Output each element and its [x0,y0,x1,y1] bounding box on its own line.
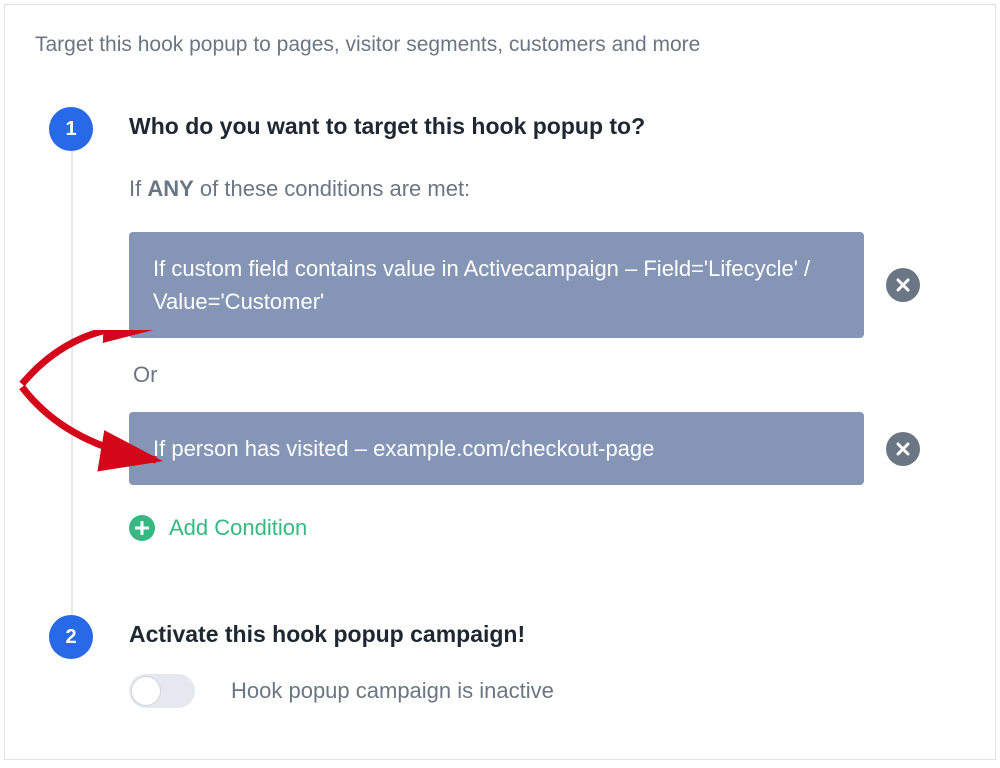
condition-pill[interactable]: If custom field contains value in Active… [129,232,864,338]
conditions-list: If custom field contains value in Active… [129,232,965,541]
or-separator: Or [133,362,965,388]
step-2: 2 Activate this hook popup campaign! Hoo… [49,615,965,708]
close-icon [896,278,910,292]
step-2-title: Activate this hook popup campaign! [129,621,965,648]
condition-row: If person has visited – example.com/chec… [129,412,965,485]
condition-pill[interactable]: If person has visited – example.com/chec… [129,412,864,485]
step-1: 1 Who do you want to target this hook po… [49,107,965,541]
cond-intro-suffix: of these conditions are met: [194,176,470,201]
close-icon [896,442,910,456]
panel-intro: Target this hook popup to pages, visitor… [35,33,965,57]
annotation-arrow-icon [16,330,176,390]
activation-toggle-row: Hook popup campaign is inactive [129,674,965,708]
toggle-status-label: Hook popup campaign is inactive [231,678,554,704]
annotation-arrow-icon [16,385,176,475]
toggle-knob [131,676,161,706]
targeting-panel: Target this hook popup to pages, visitor… [4,4,996,760]
condition-row: If custom field contains value in Active… [129,232,965,338]
plus-icon [129,515,155,541]
step-badge-1: 1 [49,107,93,151]
add-condition-label: Add Condition [169,515,307,541]
step-1-title: Who do you want to target this hook popu… [129,113,965,140]
step-badge-2: 2 [49,615,93,659]
cond-intro-prefix: If [129,176,147,201]
add-condition-button[interactable]: Add Condition [129,515,965,541]
step-1-body: Who do you want to target this hook popu… [129,107,965,541]
step-2-body: Activate this hook popup campaign! Hook … [129,615,965,708]
activation-toggle[interactable] [129,674,195,708]
conditions-intro: If ANY of these conditions are met: [129,176,965,202]
delete-condition-button[interactable] [886,268,920,302]
cond-intro-emph: ANY [147,176,193,201]
delete-condition-button[interactable] [886,432,920,466]
